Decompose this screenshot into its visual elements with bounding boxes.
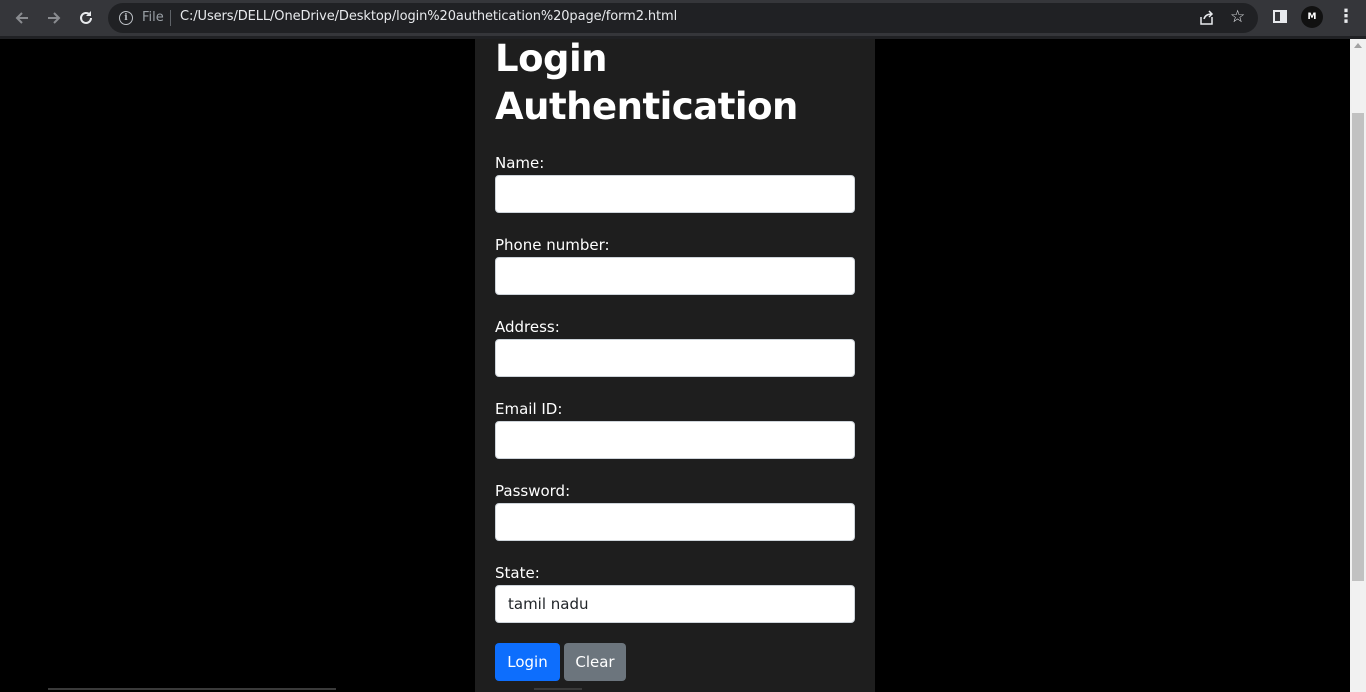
password-input[interactable]	[495, 503, 855, 541]
title-line-1: Login	[495, 39, 608, 80]
title-line-2: Authentication	[495, 85, 798, 128]
email-label: Email ID:	[495, 400, 563, 418]
page-title: Login Authentication	[495, 39, 855, 131]
forward-button[interactable]	[38, 2, 70, 34]
reload-icon	[80, 11, 92, 24]
horizontal-scroll-track	[48, 688, 336, 690]
address-input[interactable]	[495, 339, 855, 377]
browser-toolbar: i File C:/Users/DELL/OneDrive/Desktop/lo…	[0, 0, 1366, 36]
scroll-up-arrow-icon[interactable]	[1354, 43, 1362, 48]
login-form-card: Login Authentication Name: Phone number:…	[475, 39, 875, 692]
more-menu-icon[interactable]: ⋮	[1337, 6, 1355, 28]
phone-input[interactable]	[495, 257, 855, 295]
phone-label: Phone number:	[495, 236, 610, 254]
address-bar[interactable]: i File C:/Users/DELL/OneDrive/Desktop/lo…	[108, 3, 1258, 33]
side-panel-icon[interactable]	[1273, 10, 1287, 23]
scheme-label: File	[142, 10, 164, 25]
bookmark-star-icon[interactable]: ☆	[1230, 7, 1245, 27]
state-label: State:	[495, 564, 540, 582]
page-viewport: Login Authentication Name: Phone number:…	[0, 39, 1350, 692]
url-text[interactable]: C:/Users/DELL/OneDrive/Desktop/login%20a…	[180, 9, 677, 24]
vertical-scrollbar[interactable]	[1350, 39, 1366, 692]
clear-button[interactable]: Clear	[564, 643, 626, 681]
password-label: Password:	[495, 482, 571, 500]
state-input[interactable]	[495, 585, 855, 623]
info-icon[interactable]: i	[119, 11, 133, 25]
name-input[interactable]	[495, 175, 855, 213]
horizontal-scroll-segment	[534, 688, 582, 690]
back-button[interactable]	[6, 2, 38, 34]
scroll-thumb[interactable]	[1352, 113, 1364, 581]
login-button[interactable]: Login	[495, 643, 560, 681]
name-label: Name:	[495, 154, 545, 172]
profile-avatar[interactable]: M	[1301, 6, 1323, 28]
share-icon[interactable]	[1198, 9, 1216, 27]
address-separator	[170, 10, 171, 26]
email-input[interactable]	[495, 421, 855, 459]
arrow-right-icon	[48, 12, 61, 24]
reload-button[interactable]	[70, 2, 102, 34]
address-label: Address:	[495, 318, 560, 336]
arrow-left-icon	[15, 12, 28, 24]
